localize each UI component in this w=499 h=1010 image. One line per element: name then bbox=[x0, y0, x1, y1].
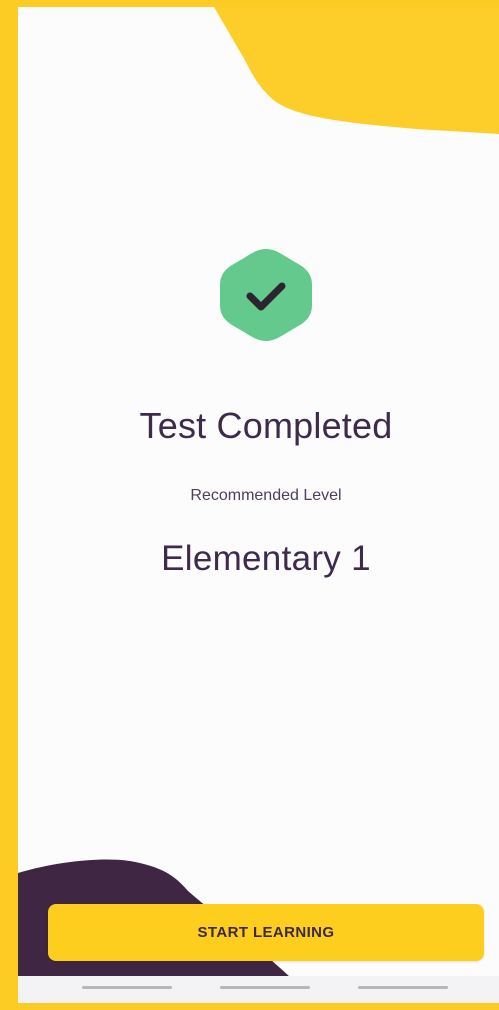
top-decorative-blob bbox=[214, 7, 499, 134]
recommended-level-value: Elementary 1 bbox=[161, 539, 371, 578]
device-frame: Test Completed Recommended Level Element… bbox=[0, 0, 499, 1010]
nav-handle-left[interactable] bbox=[82, 986, 172, 989]
nav-handle-right[interactable] bbox=[358, 986, 448, 989]
check-icon bbox=[220, 249, 312, 341]
app-screen: Test Completed Recommended Level Element… bbox=[18, 7, 499, 1003]
recommended-level-label: Recommended Level bbox=[190, 487, 342, 504]
nav-handle-center[interactable] bbox=[220, 986, 310, 989]
start-learning-button[interactable]: START LEARNING bbox=[48, 904, 484, 961]
system-navigation-bar bbox=[18, 976, 499, 1003]
result-title: Test Completed bbox=[139, 405, 393, 446]
